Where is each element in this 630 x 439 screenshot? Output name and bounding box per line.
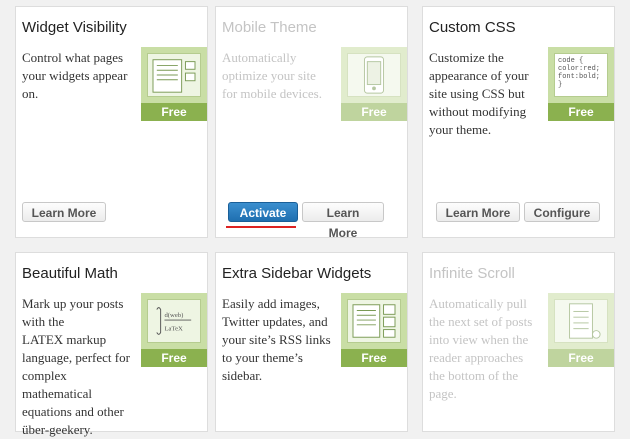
feature-thumbnail: Free	[141, 47, 207, 121]
card-title: Widget Visibility	[22, 19, 127, 36]
card-title: Infinite Scroll	[429, 265, 515, 282]
free-badge: Free	[548, 103, 614, 121]
mobile-device-icon	[347, 53, 401, 97]
learn-more-button[interactable]: Learn More	[436, 202, 520, 222]
card-title: Custom CSS	[429, 19, 516, 36]
activate-button[interactable]: Activate	[228, 202, 298, 222]
description-line: Mark up your posts with the	[22, 296, 124, 329]
card-mobile-theme: Mobile Theme Automatically optimize your…	[215, 6, 408, 240]
svg-text:LaTeX: LaTeX	[164, 326, 183, 333]
code-snippet: code { color:red; font:bold; }	[558, 57, 601, 89]
free-badge: Free	[341, 103, 407, 121]
free-badge: Free	[548, 349, 614, 367]
free-badge: Free	[141, 103, 207, 121]
card-title: Mobile Theme	[222, 19, 317, 36]
math-formula-icon: d(web) LaTeX	[147, 299, 201, 343]
scroll-icon	[554, 299, 608, 343]
card-custom-css: Custom CSS Customize the appearance of y…	[422, 6, 615, 238]
sidebar-widgets-icon	[347, 299, 401, 343]
configure-button[interactable]: Configure	[524, 202, 600, 222]
card-description: Customize the appearance of your site us…	[429, 50, 529, 137]
feature-thumbnail: Free	[548, 293, 614, 367]
card-description: Automatically pull the next set of posts…	[429, 296, 533, 401]
feature-thumbnail: code { color:red; font:bold; } Free	[548, 47, 614, 121]
free-badge: Free	[341, 349, 407, 367]
card-extra-sidebar-widgets: Extra Sidebar Widgets Easily add images,…	[215, 252, 408, 432]
code-icon: code { color:red; font:bold; }	[554, 53, 608, 97]
svg-text:d(web): d(web)	[164, 312, 183, 319]
feature-thumbnail: Free	[341, 47, 407, 121]
card-title: Beautiful Math	[22, 265, 118, 282]
widget-visibility-icon	[147, 53, 201, 97]
description-line: LATEX markup language, perfect for compl…	[22, 332, 130, 437]
card-widget-visibility: Widget Visibility Control what pages you…	[15, 6, 208, 238]
feature-thumbnail: d(web) LaTeX Free	[141, 293, 207, 367]
learn-more-button[interactable]: Learn More	[302, 202, 384, 240]
activate-highlight-underline	[226, 226, 296, 228]
free-badge: Free	[141, 349, 207, 367]
card-title: Extra Sidebar Widgets	[222, 265, 372, 282]
feature-thumbnail: Free	[341, 293, 407, 367]
card-description: Automatically optimize your site for mob…	[222, 50, 322, 101]
card-description: Control what pages your widgets appear o…	[22, 50, 128, 101]
card-beautiful-math: Beautiful Math Mark up your posts with t…	[15, 252, 208, 437]
card-description: Mark up your posts with the LATEX markup…	[22, 295, 132, 439]
card-description: Easily add images, Twitter updates, and …	[222, 296, 331, 383]
card-infinite-scroll: Infinite Scroll Automatically pull the n…	[422, 252, 615, 432]
learn-more-button[interactable]: Learn More	[22, 202, 106, 222]
